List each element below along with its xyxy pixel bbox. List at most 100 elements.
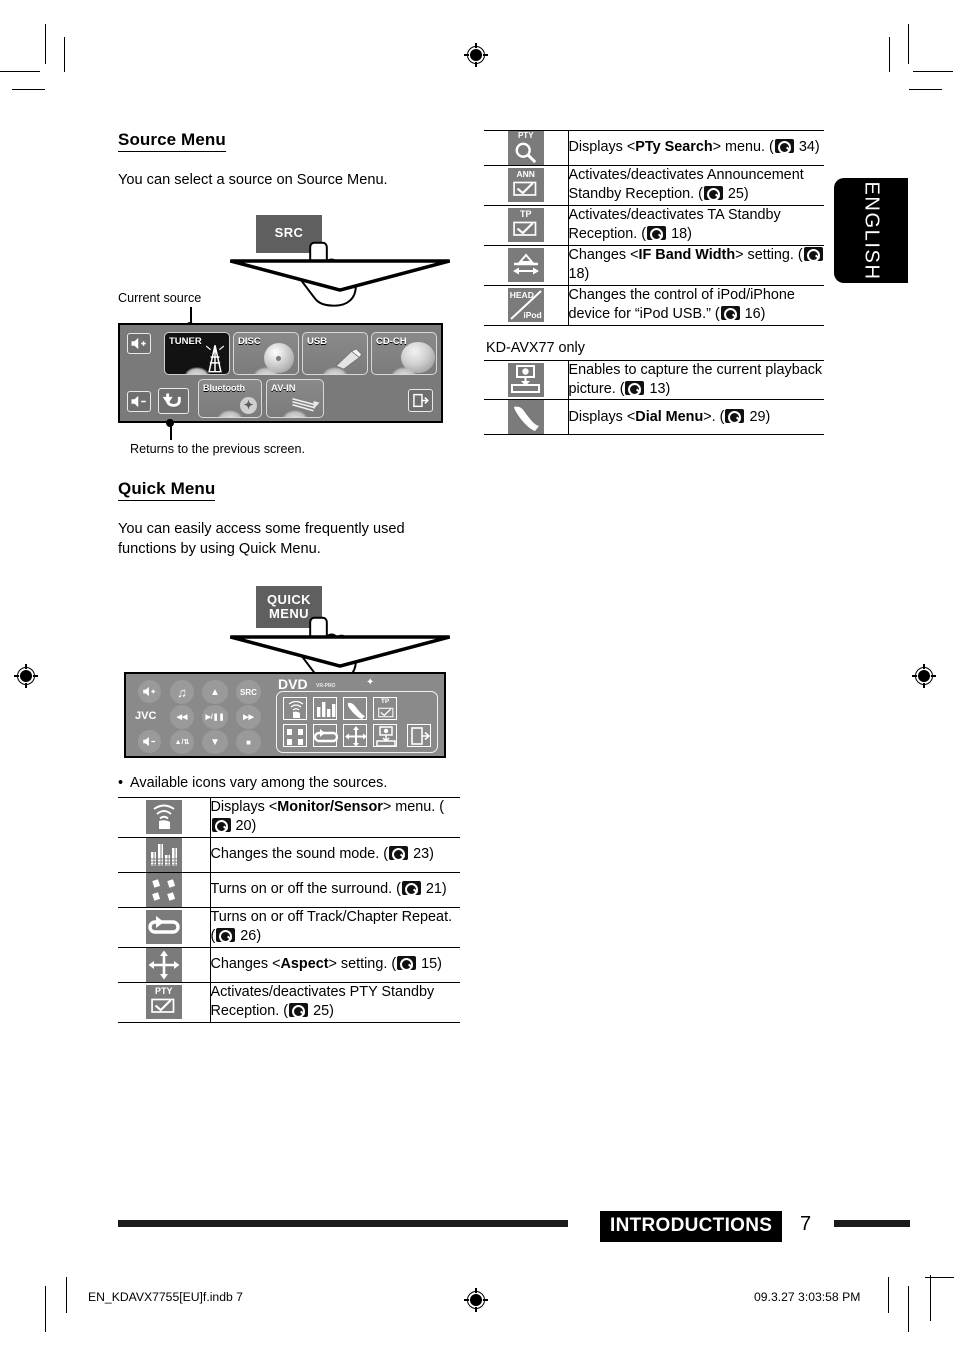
text-part: > setting. (	[328, 955, 397, 972]
imprint-timestamp: 09.3.27 3:03:58 PM	[754, 1290, 861, 1304]
table-row: PTY Activates/deactivates PTY Standby Re…	[118, 981, 460, 1023]
exit-button[interactable]	[408, 388, 433, 412]
stop-button[interactable]: ■	[236, 730, 261, 755]
text-part: >. (	[703, 408, 725, 425]
next-track-button[interactable]: ▶▶	[236, 705, 261, 730]
monitor-sensor-icon	[145, 800, 182, 835]
volume-up-round-button[interactable]	[138, 680, 161, 704]
language-tab: ENGLISH	[834, 178, 908, 283]
pty-label: PTY	[517, 131, 534, 140]
footer-section-label: INTRODUCTIONS	[610, 1215, 773, 1236]
page-ref: 16	[744, 306, 761, 323]
text-part: )	[251, 818, 257, 835]
volume-down-round-button[interactable]	[138, 730, 161, 754]
equalizer-icon	[317, 702, 336, 718]
return-leader-dot	[166, 418, 174, 427]
table-row: Turns on or off the surround. ( 21)	[118, 871, 460, 908]
table-row: TP Activates/deactivates TA Standby Rece…	[484, 204, 824, 246]
text-part: )	[329, 1003, 334, 1020]
display-disc-sublabel: VR-PRO	[316, 683, 336, 690]
crop-mark-tl2-h	[12, 89, 45, 91]
text-part: Displays <	[210, 798, 278, 815]
description-cell: Enables to capture the current playback …	[567, 359, 824, 400]
surround-quick-icon[interactable]	[283, 724, 307, 748]
return-button[interactable]	[158, 387, 189, 414]
crop-mark-tr-h	[913, 71, 953, 73]
pty-standby-icon: PTY	[145, 985, 182, 1020]
page-ref-magnifier-icon	[211, 818, 231, 834]
volume-up-button[interactable]	[127, 332, 151, 354]
capture-quick-icon[interactable]	[373, 724, 397, 748]
description-cell: Turns on or off Track/Chapter Repeat. ( …	[209, 906, 460, 948]
src-label: SRC	[240, 687, 257, 697]
dial-menu-quick-icon[interactable]	[343, 697, 367, 721]
right-column: PTY Displays <PTy Search> menu. ( 34) AN…	[484, 130, 824, 436]
crop-mark-tr2-h	[909, 89, 942, 91]
repeat-quick-icon[interactable]	[313, 724, 339, 748]
page-ref-magnifier-icon	[625, 380, 645, 396]
icon-cell	[118, 836, 210, 873]
sound-settings-round-button[interactable]: ♫	[170, 680, 194, 705]
volume-down-button[interactable]	[127, 390, 151, 412]
description-cell: Displays <PTy Search> menu. ( 34)	[567, 130, 824, 166]
page-ref: 34	[798, 139, 815, 156]
repeat-icon	[145, 910, 182, 945]
description-cell: Changes the sound mode. ( 23)	[209, 836, 460, 873]
speaker-minus-icon	[131, 395, 146, 407]
quick-menu-heading: Quick Menu	[118, 479, 216, 501]
text-part: Displays <	[568, 139, 636, 156]
registration-mark-top	[464, 43, 488, 67]
source-tile-bluetooth[interactable]: Bluetooth ✦	[198, 378, 262, 418]
text-part: > setting. (	[735, 246, 803, 263]
ta-standby-quick-icon[interactable]: TP	[373, 697, 397, 721]
page-ref-magnifier-icon	[401, 881, 421, 897]
page-ref-magnifier-icon	[397, 955, 417, 971]
return-callout: Returns to the previous screen.	[118, 418, 460, 457]
checkbox-icon	[377, 707, 393, 718]
ann-label: ANN	[516, 169, 535, 180]
return-callout-label: Returns to the previous screen.	[130, 441, 306, 456]
text-part: Enables to capture the current playback …	[568, 361, 823, 397]
registration-mark-left	[14, 664, 38, 688]
source-tile-usb[interactable]: USB	[302, 331, 368, 375]
bluetooth-icon: ✦	[240, 396, 257, 414]
display-disc-label: DVD	[278, 676, 308, 693]
source-tile-disc[interactable]: DISC	[233, 331, 299, 375]
text-part: )	[814, 139, 820, 156]
up-button[interactable]: ▲	[202, 680, 228, 705]
source-tile-cd-ch-label: CD-CH	[376, 335, 407, 347]
text-part: Displays <	[568, 408, 636, 425]
icon-cell	[118, 946, 210, 983]
source-tile-tuner[interactable]: TUNER	[164, 331, 230, 375]
crop-mark-tl2-v	[64, 37, 66, 72]
speaker-plus-icon	[143, 686, 156, 697]
current-source-label: Current source	[118, 290, 202, 305]
text-part: Turns on or off the surround. (	[210, 881, 401, 898]
src-round-button[interactable]: SRC	[236, 680, 261, 705]
page-ref: 23	[413, 846, 430, 863]
aspect-quick-icon[interactable]	[343, 724, 367, 748]
page-ref: 15	[421, 955, 438, 972]
ta-standby-icon: TP	[507, 208, 544, 243]
quick-menu-button-line1: QUICK	[267, 591, 311, 607]
surround-icon	[287, 729, 303, 746]
source-tile-cd-ch[interactable]: CD-CH	[371, 331, 437, 375]
imprint-rule-left	[66, 1277, 68, 1313]
quick-menu-faceplate: JVC ♫ ◀◀ ▲/⇅ ▲ ▶/❚❚ ▼ SRC ▶▶ ■ DVD VR-PR…	[124, 672, 446, 759]
source-tile-bluetooth-label: Bluetooth	[203, 382, 245, 393]
text-part: Activates/deactivates Announcement Stand…	[568, 167, 804, 203]
source-tile-av-in[interactable]: AV-IN	[266, 378, 324, 418]
previous-track-button[interactable]: ◀◀	[170, 705, 194, 730]
quick-menu-intro: You can easily access some frequently us…	[118, 520, 405, 558]
sound-mode-quick-icon[interactable]	[313, 697, 337, 721]
table-row: Changes <Aspect> setting. ( 15)	[118, 946, 460, 983]
previous-icon: ◀◀	[176, 714, 188, 722]
footer-rule-left	[118, 1220, 568, 1227]
monitor-sensor-quick-icon[interactable]	[283, 697, 307, 721]
next-icon: ▶▶	[243, 714, 254, 722]
page-ref-magnifier-icon	[774, 139, 794, 155]
exit-quick-icon[interactable]	[407, 724, 431, 748]
eject-button[interactable]: ▲/⇅	[170, 730, 194, 755]
down-button[interactable]: ▼	[202, 730, 228, 755]
play-pause-button[interactable]: ▶/❚❚	[202, 705, 228, 730]
